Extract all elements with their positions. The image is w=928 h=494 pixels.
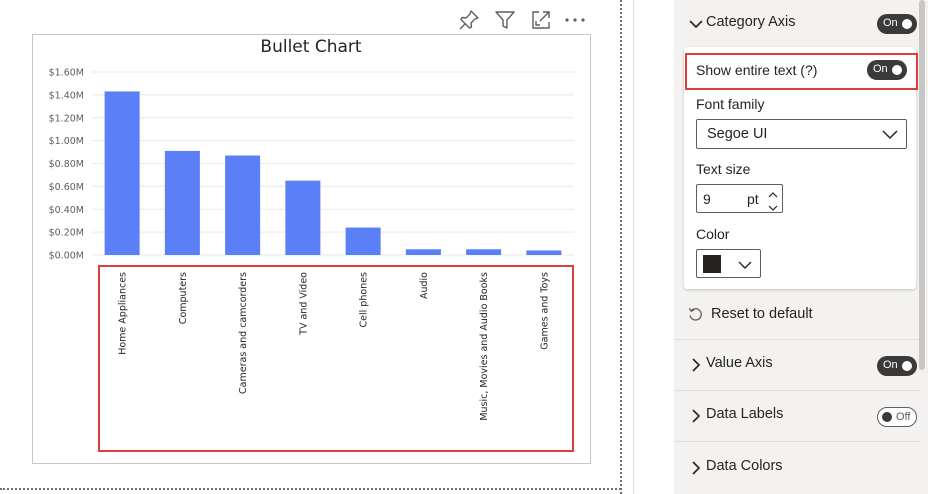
bar[interactable] <box>164 150 200 255</box>
y-tick-label: $0.00M <box>49 251 84 262</box>
text-size-label: Text size <box>696 161 751 177</box>
reset-to-default-button[interactable]: Reset to default <box>688 305 888 325</box>
toggle-state-label: Off <box>896 411 911 423</box>
toggle-knob <box>882 412 892 422</box>
chevron-right-icon <box>688 460 704 476</box>
category-axis-toggle[interactable]: On <box>877 14 917 34</box>
section-divider <box>674 441 919 442</box>
chevron-down-icon <box>882 126 898 142</box>
y-tick-label: $0.40M <box>49 205 84 216</box>
text-size-value: 9 <box>703 191 711 207</box>
category-axis-label: Category Axis <box>706 14 796 30</box>
color-picker[interactable] <box>696 249 761 278</box>
bar[interactable] <box>345 227 381 255</box>
format-pane-scrollbar[interactable] <box>919 0 925 370</box>
data-colors-section-header[interactable]: Data Colors <box>674 444 919 494</box>
section-divider <box>674 390 919 391</box>
y-tick-label: $1.40M <box>49 90 84 101</box>
toggle-state-label: On <box>883 17 898 29</box>
y-tick-label: $0.60M <box>49 182 84 193</box>
bar[interactable] <box>466 249 502 255</box>
value-axis-label: Value Axis <box>706 355 773 371</box>
data-labels-label: Data Labels <box>706 406 784 422</box>
chevron-right-icon <box>688 408 704 424</box>
gridlines <box>92 71 574 256</box>
chevron-down-icon <box>738 257 752 271</box>
pane-divider <box>633 0 634 494</box>
y-tick-label: $0.80M <box>49 159 84 170</box>
reset-to-default-label: Reset to default <box>711 306 813 322</box>
color-swatch <box>703 255 721 273</box>
bar[interactable] <box>225 155 261 255</box>
y-tick-label: $1.00M <box>49 136 84 147</box>
category-axis-labels-highlight <box>98 265 574 452</box>
font-family-label: Font family <box>696 96 765 112</box>
chevron-right-icon <box>688 357 704 373</box>
bar[interactable] <box>405 249 441 255</box>
reset-icon <box>688 307 703 322</box>
chart-title: Bullet Chart <box>260 37 361 57</box>
y-axis-ticks: $0.00M $0.20M $0.40M $0.60M $0.80M $1.00M $1.2… <box>49 68 84 262</box>
toggle-knob <box>902 19 912 29</box>
value-axis-toggle[interactable]: On <box>877 356 917 376</box>
y-tick-label: $1.20M <box>49 113 84 124</box>
font-family-value: Segoe UI <box>707 126 768 142</box>
chevron-down-icon[interactable] <box>767 199 779 211</box>
y-tick-label: $0.20M <box>49 228 84 239</box>
bar[interactable] <box>526 250 562 255</box>
bar[interactable] <box>285 180 321 255</box>
y-tick-label: $1.60M <box>49 68 84 79</box>
toggle-knob <box>902 361 912 371</box>
section-divider <box>674 339 919 340</box>
text-size-stepper[interactable]: 9 pt <box>696 184 783 213</box>
chevron-down-icon <box>688 16 704 32</box>
data-colors-label: Data Colors <box>706 458 783 474</box>
bar[interactable] <box>104 91 140 255</box>
chevron-up-icon[interactable] <box>767 186 779 198</box>
show-entire-text-highlight <box>685 53 918 90</box>
color-label: Color <box>696 226 730 242</box>
bars <box>104 91 562 255</box>
font-family-dropdown[interactable]: Segoe UI <box>696 119 907 149</box>
toggle-state-label: On <box>883 359 898 371</box>
text-size-unit: pt <box>747 191 759 207</box>
data-labels-toggle[interactable]: Off <box>877 407 917 427</box>
